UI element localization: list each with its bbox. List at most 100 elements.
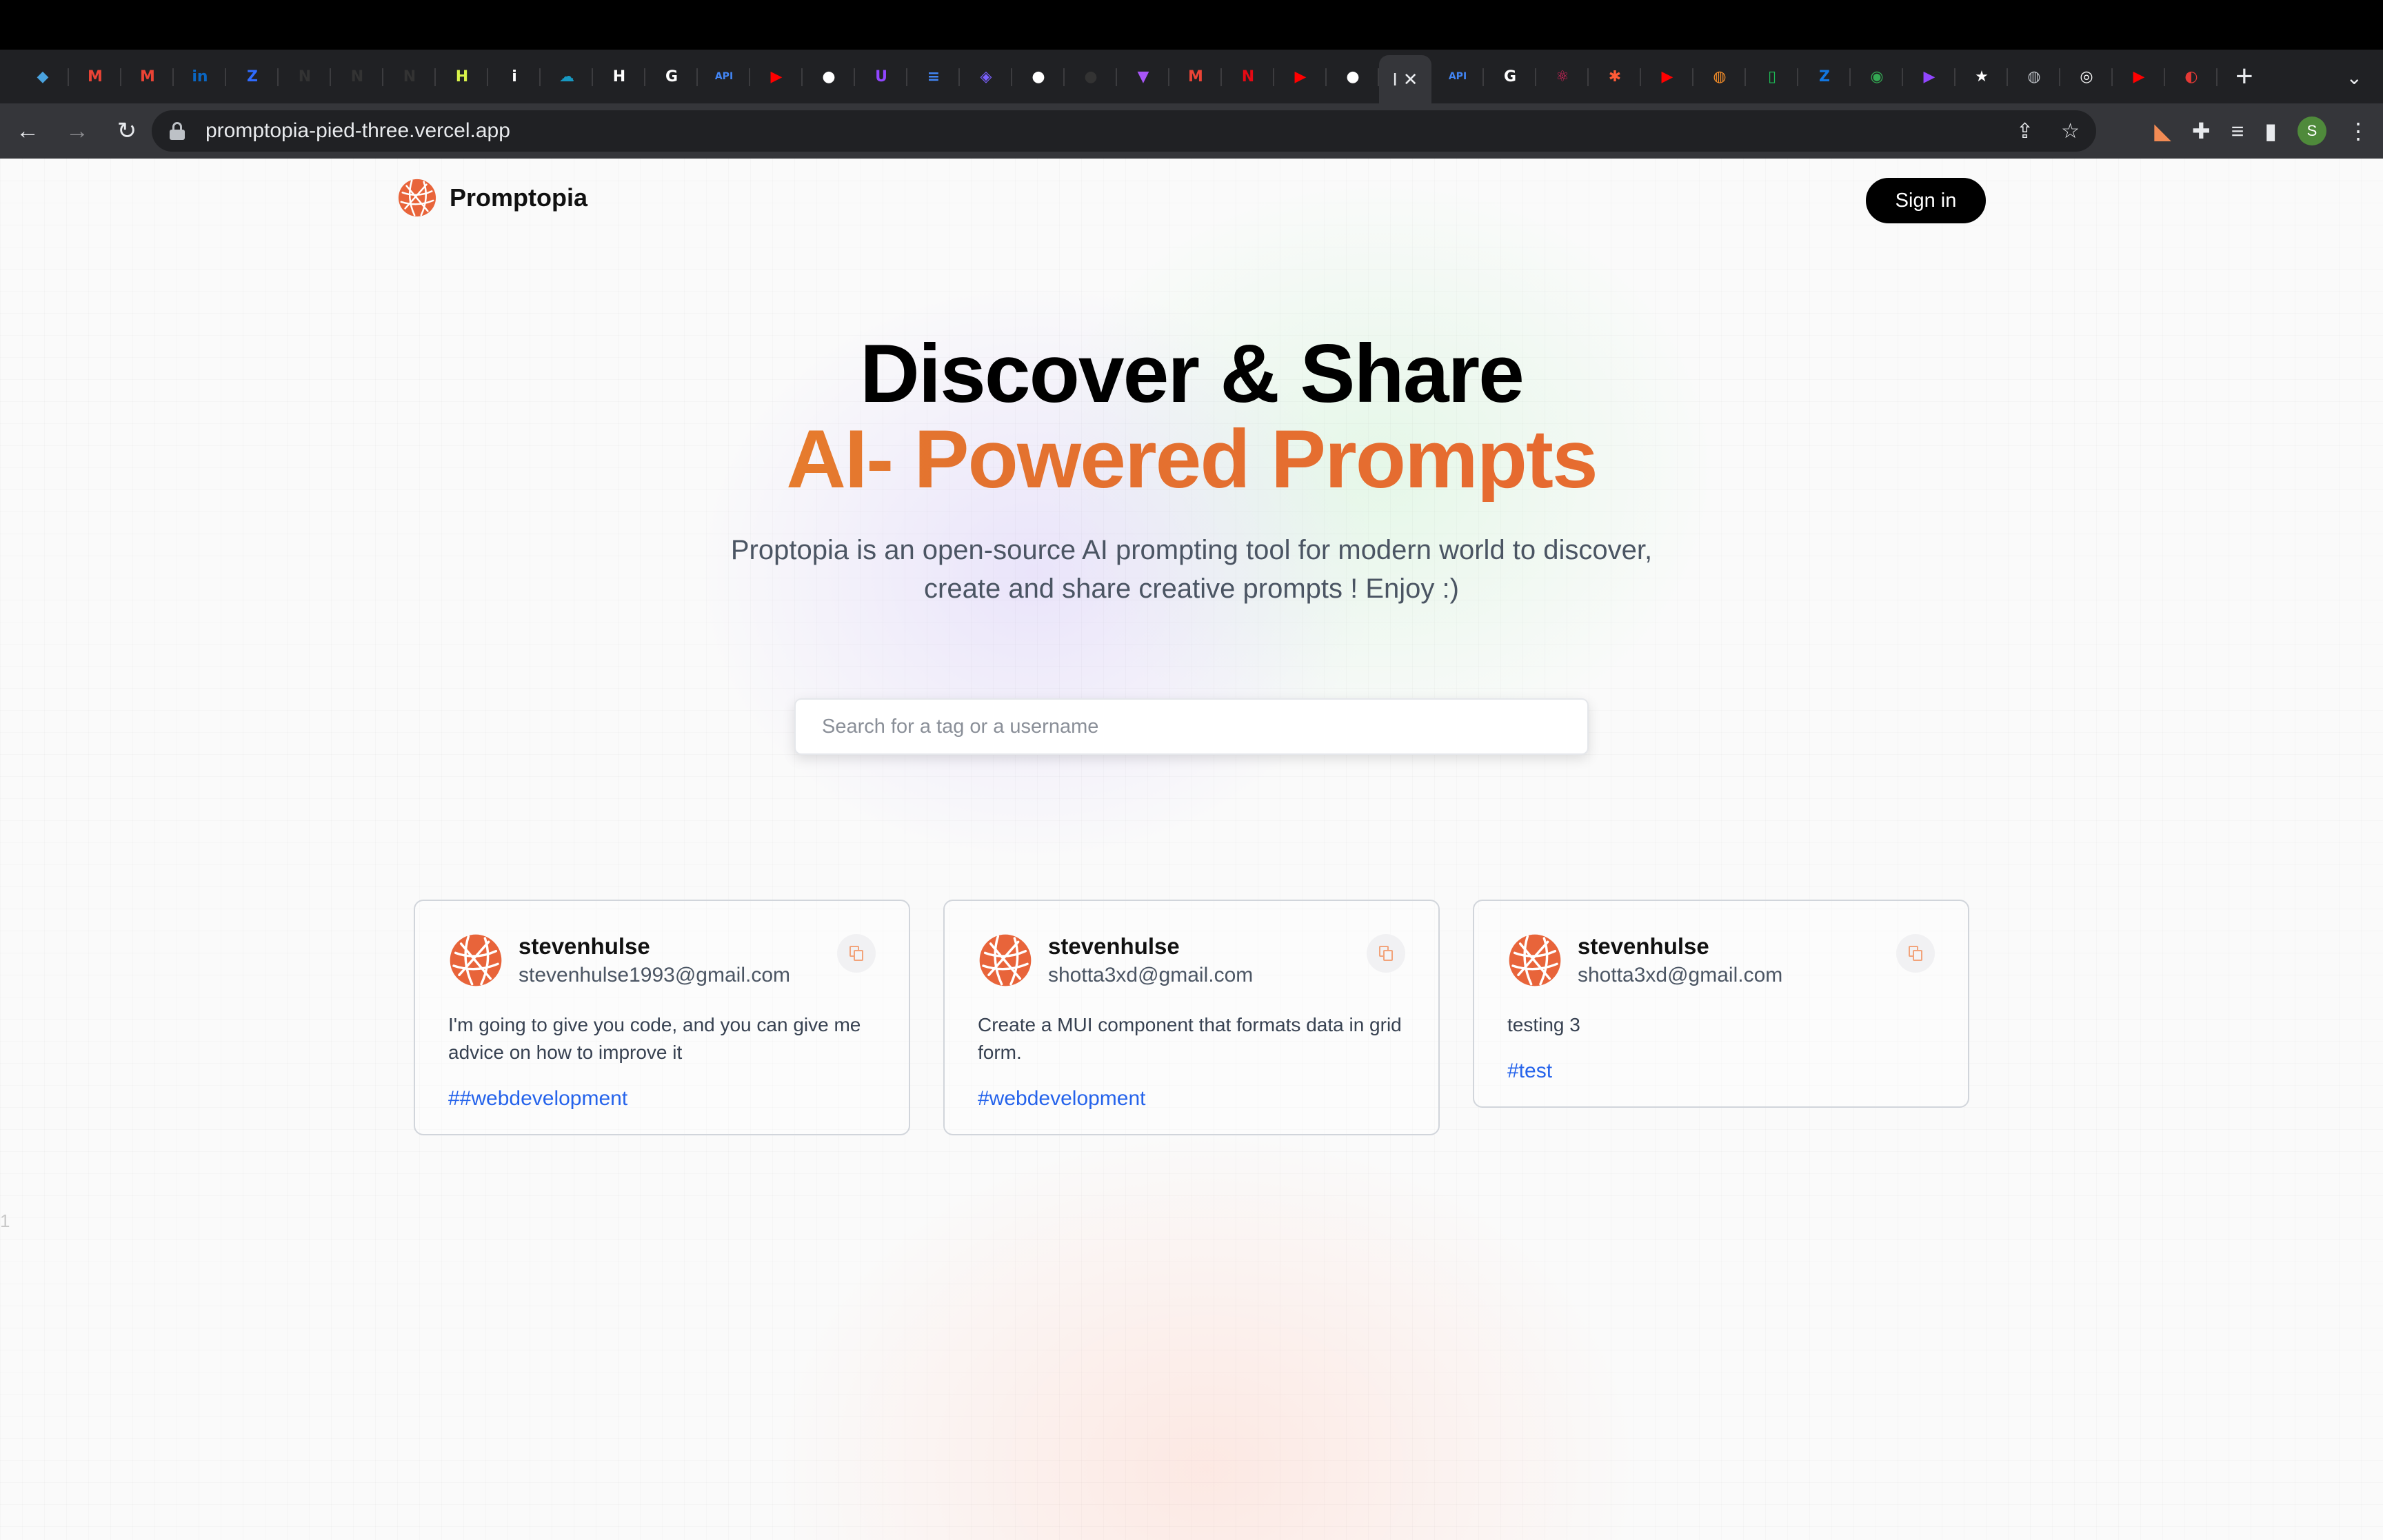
browser-tab[interactable]: ● <box>1065 54 1117 99</box>
maps-icon: ◉ <box>1870 68 1884 85</box>
url-text[interactable]: promptopia-pied-three.vercel.app <box>205 119 510 143</box>
card-username[interactable]: stevenhulse <box>519 933 790 960</box>
browser-tab[interactable]: N <box>383 54 436 99</box>
user-avatar[interactable] <box>448 933 503 988</box>
user-avatar[interactable] <box>1507 933 1562 988</box>
extension-megaphone-icon[interactable]: ◣ <box>2154 118 2171 144</box>
brand-name: Promptopia <box>450 183 588 212</box>
globe-orange-icon: ◍ <box>1713 68 1727 85</box>
browser-tab[interactable]: ◍ <box>1693 54 1746 99</box>
browser-tab[interactable]: ◆ <box>17 54 69 99</box>
browser-tab[interactable]: ▶ <box>2113 54 2165 99</box>
browser-tab[interactable]: ◉ <box>1851 54 1903 99</box>
browser-tab[interactable]: H <box>436 54 488 99</box>
browser-tab[interactable]: ◍ <box>2008 54 2060 99</box>
browser-tab[interactable]: M <box>69 54 121 99</box>
address-bar[interactable]: promptopia-pied-three.vercel.app ⇪ ☆ <box>152 110 2096 152</box>
user-avatar[interactable] <box>978 933 1033 988</box>
browser-tab[interactable]: ▼ <box>1117 54 1169 99</box>
browser-tab[interactable]: ▶ <box>1641 54 1693 99</box>
browser-tab[interactable]: ● <box>803 54 855 99</box>
asterisk-icon: ✱ <box>1608 68 1622 85</box>
card-tag[interactable]: #webdevelopment <box>978 1087 1405 1111</box>
browser-tab[interactable]: ▶ <box>750 54 803 99</box>
browser-tab[interactable]: ≡ <box>907 54 960 99</box>
google-icon: G <box>665 68 678 85</box>
search-input[interactable] <box>794 698 1589 755</box>
screen-top-bar <box>0 0 2383 50</box>
side-panel-icon[interactable]: ▮ <box>2264 118 2277 144</box>
tab-search-chevron-icon[interactable]: ⌄ <box>2346 66 2362 89</box>
youtube-icon: ▶ <box>770 68 783 85</box>
linkedin-icon: in <box>192 68 208 85</box>
browser-tab[interactable]: G <box>645 54 698 99</box>
copy-button[interactable] <box>1896 934 1935 973</box>
browser-menu-icon[interactable]: ⋮ <box>2347 118 2369 144</box>
close-tab-icon[interactable]: ✕ <box>1403 69 1418 90</box>
active-tab[interactable]: I ✕ <box>1379 55 1431 103</box>
gmail-icon: M <box>140 68 155 85</box>
browser-tab[interactable]: API <box>698 54 750 99</box>
card-tag[interactable]: #test <box>1507 1060 1935 1083</box>
browser-tab[interactable]: ◈ <box>960 54 1012 99</box>
reload-icon[interactable]: ↻ <box>105 109 149 153</box>
new-tab-icon[interactable]: + <box>2235 61 2253 92</box>
browser-tab[interactable]: M <box>1169 54 1222 99</box>
browser-tab[interactable]: ◎ <box>2060 54 2113 99</box>
browser-tab[interactable]: in <box>174 54 226 99</box>
prompt-card[interactable]: stevenhulse shotta3xd@gmail.com testing … <box>1473 900 1969 1108</box>
twitch-icon: U <box>875 68 887 85</box>
prompt-card[interactable]: stevenhulse stevenhulse1993@gmail.com I'… <box>414 900 910 1135</box>
prompt-card[interactable]: stevenhulse shotta3xd@gmail.com Create a… <box>943 900 1440 1135</box>
browser-tab[interactable]: ▶ <box>1274 54 1327 99</box>
copy-icon <box>1379 946 1393 961</box>
react-icon: ⚛ <box>1556 68 1569 85</box>
browser-tab[interactable]: M <box>121 54 174 99</box>
zoho-icon: Z <box>247 68 258 85</box>
browser-tab[interactable]: N <box>279 54 331 99</box>
browser-tab[interactable]: ⚛ <box>1536 54 1589 99</box>
active-tab-title: I <box>1392 68 1398 90</box>
browser-tab[interactable]: N <box>1222 54 1274 99</box>
cube-icon: ◆ <box>37 68 49 85</box>
browser-tab[interactable]: H <box>593 54 645 99</box>
api-icon: API <box>1448 71 1467 82</box>
profile-avatar[interactable]: S <box>2297 116 2326 145</box>
browser-tab[interactable]: N <box>331 54 383 99</box>
card-prompt: Create a MUI component that formats data… <box>978 1014 1402 1063</box>
browser-tab[interactable]: i <box>488 54 541 99</box>
copy-button[interactable] <box>1367 934 1405 973</box>
browser-tab[interactable]: API <box>1431 54 1484 99</box>
forward-icon[interactable]: → <box>55 109 99 153</box>
bookmark-star-icon[interactable]: ☆ <box>2061 119 2080 143</box>
browser-tab[interactable]: ▯ <box>1746 54 1798 99</box>
card-prompt: I'm going to give you code, and you can … <box>448 1014 861 1063</box>
browser-tab[interactable]: ◐ <box>2165 54 2218 99</box>
globe-icon: ◍ <box>2027 68 2041 85</box>
sign-in-button[interactable]: Sign in <box>1866 178 1986 223</box>
browser-tab[interactable]: ▶ <box>1903 54 1955 99</box>
browser-tab[interactable]: U <box>855 54 907 99</box>
copy-button[interactable] <box>837 934 876 973</box>
browser-tab[interactable]: ★ <box>1955 54 2008 99</box>
card-username[interactable]: stevenhulse <box>1048 933 1253 960</box>
google-icon: G <box>1503 68 1517 85</box>
brand-link[interactable]: Promptopia <box>397 178 587 218</box>
browser-tab[interactable]: ☁ <box>541 54 593 99</box>
card-tag[interactable]: ##webdevelopment <box>448 1087 876 1111</box>
browser-tab[interactable]: ● <box>1012 54 1065 99</box>
card-email: shotta3xd@gmail.com <box>1578 964 1783 986</box>
lock-icon[interactable] <box>170 122 185 140</box>
browser-tab[interactable]: G <box>1484 54 1536 99</box>
extensions-puzzle-icon[interactable]: ✚ <box>2192 118 2211 144</box>
browser-tab[interactable]: Z <box>1798 54 1851 99</box>
chrome-icon: ◎ <box>2080 68 2093 85</box>
browser-tab[interactable]: Z <box>226 54 279 99</box>
share-icon[interactable]: ⇪ <box>2016 119 2033 143</box>
card-username[interactable]: stevenhulse <box>1578 933 1782 960</box>
browser-tab[interactable]: ● <box>1327 54 1379 99</box>
hero-description: Proptopia is an open-source AI prompting… <box>730 535 1653 604</box>
media-queue-icon[interactable]: ≡ <box>2231 119 2244 144</box>
browser-tab[interactable]: ✱ <box>1589 54 1641 99</box>
back-icon[interactable]: ← <box>6 109 50 153</box>
